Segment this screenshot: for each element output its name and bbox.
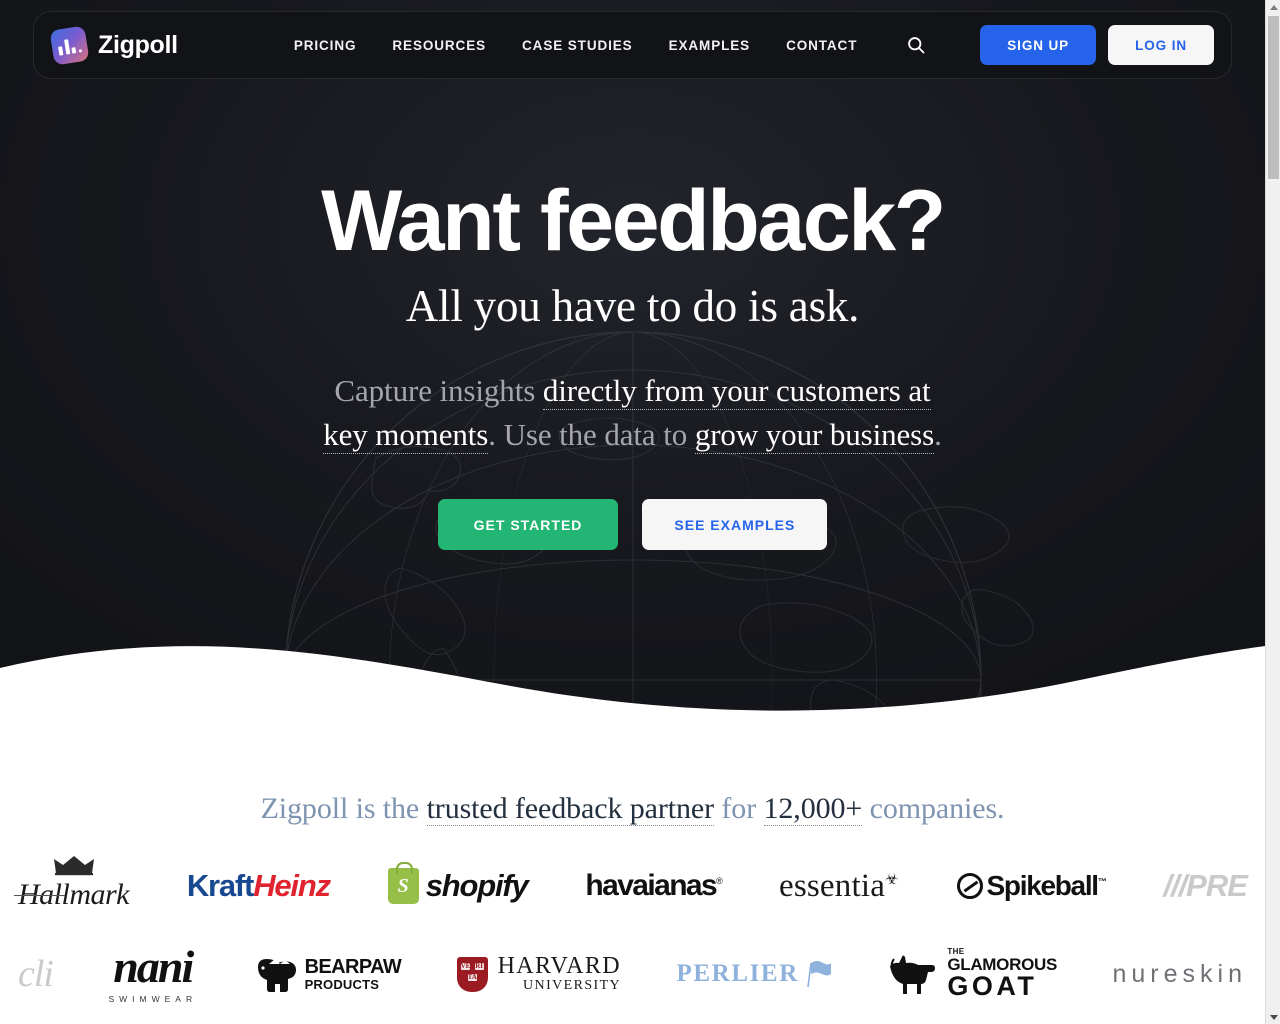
client-logo-havaianas: havaianas®: [585, 846, 723, 926]
client-logo-spikeball-text: Spikeball: [986, 870, 1100, 901]
shopify-bag-icon: S: [387, 862, 419, 904]
trust-headline-part-3: companies.: [862, 792, 1005, 825]
page-viewport: Want feedback? All you have to do is ask…: [0, 0, 1280, 1024]
client-logo-harvard: VE RI TAS HARVARD UNIVERSITY: [456, 934, 622, 1014]
hero-paragraph-part-2: . Use the data to: [488, 417, 695, 453]
hero-paragraph-part-3: .: [934, 417, 942, 453]
header-actions: SIGN UP LOG IN: [980, 25, 1214, 65]
hero-paragraph-highlight-2: grow your business: [694, 417, 935, 455]
client-logo-row-1: Hallmark KraftHeinz S shopify havaianas®…: [0, 840, 1265, 932]
client-logo-nureskin: nureskin: [1112, 934, 1247, 1014]
nav-item-case-studies[interactable]: CASE STUDIES: [504, 38, 651, 53]
client-logo-heinz-text: Heinz: [253, 868, 331, 903]
harvard-shield-icon: VE RI TAS: [456, 956, 488, 992]
client-logo-cli-text: cli: [18, 953, 54, 995]
scrollbar-thumb[interactable]: [1268, 16, 1279, 179]
site-header: Zigpoll PRICING RESOURCES CASE STUDIES E…: [33, 11, 1232, 79]
search-icon: [908, 37, 925, 54]
brand-name: Zigpoll: [98, 30, 178, 59]
hero-section: Want feedback? All you have to do is ask…: [0, 0, 1265, 740]
main-navigation: PRICING RESOURCES CASE STUDIES EXAMPLES …: [276, 38, 876, 53]
trusted-by-section: Zigpoll is the trusted feedback partner …: [0, 740, 1265, 1024]
client-logo-spikeball: Spikeball™: [956, 846, 1107, 926]
page-scrollbar[interactable]: [1265, 0, 1280, 1024]
hero-content: Want feedback? All you have to do is ask…: [0, 0, 1265, 551]
trust-headline-part-2: for: [714, 792, 764, 825]
log-in-button[interactable]: LOG IN: [1108, 25, 1214, 65]
client-logo-essentia: essentia☣: [779, 846, 899, 926]
bar-chart-logo-icon: [49, 24, 90, 66]
client-logo-kraft-text: Kraft: [186, 868, 255, 903]
flag-icon: [807, 961, 831, 988]
leaf-icon: ☣: [885, 871, 899, 888]
sign-up-button[interactable]: SIGN UP: [980, 25, 1097, 65]
get-started-button[interactable]: GET STARTED: [437, 499, 619, 551]
client-logo-row-2: cli nani SWIMWEAR BEARPAW PRODUCTS VE RI…: [0, 928, 1265, 1020]
client-logo-hallmark: Hallmark: [18, 846, 130, 926]
nav-item-contact[interactable]: CONTACT: [768, 38, 875, 53]
trust-headline: Zigpoll is the trusted feedback partner …: [0, 740, 1265, 826]
client-logo-spikeball-tm: ™: [1097, 876, 1107, 887]
client-logo-kraft-heinz: KraftHeinz: [186, 846, 331, 926]
client-logo-perlier-text: PERLIER: [676, 960, 799, 987]
client-logo-shopify: S shopify: [387, 846, 529, 926]
client-logo-hallmark-text: Hallmark: [18, 878, 130, 911]
search-button[interactable]: [899, 28, 933, 62]
trust-headline-highlight-2: 12,000+: [763, 792, 863, 826]
nav-item-pricing[interactable]: PRICING: [276, 38, 375, 53]
nav-item-resources[interactable]: RESOURCES: [374, 38, 504, 53]
client-logo-harvard-text: HARVARD: [497, 953, 622, 980]
client-logo-nani-text: nani: [113, 941, 194, 993]
client-logo-perlier: PERLIER: [677, 934, 833, 1014]
scroll-up-arrow-icon[interactable]: [1266, 0, 1280, 14]
client-logo-bearpaw-subtext: PRODUCTS: [304, 977, 380, 992]
trust-headline-highlight-1: trusted feedback partner: [426, 792, 715, 826]
brand-logo-link[interactable]: Zigpoll: [49, 24, 178, 66]
client-logo-pre: ///PRE: [1163, 846, 1248, 926]
client-logo-bearpaw-text: BEARPAW: [304, 956, 402, 978]
hero-subtitle: All you have to do is ask.: [405, 280, 860, 331]
client-logo-havaianas-reg: ®: [716, 876, 723, 886]
see-examples-button[interactable]: SEE EXAMPLES: [642, 499, 828, 551]
client-logo-bearpaw: BEARPAW PRODUCTS: [253, 934, 402, 1014]
client-logo-nani-subtext: SWIMWEAR: [108, 994, 198, 1005]
client-logo-shopify-text: shopify: [425, 868, 529, 903]
client-logo-pre-text: ///PRE: [1163, 868, 1248, 903]
client-logo-essentia-text: essentia: [778, 867, 886, 904]
client-logo-nani-swimwear: nani SWIMWEAR: [108, 934, 197, 1014]
nav-item-examples[interactable]: EXAMPLES: [651, 38, 768, 53]
client-logo-harvard-subtext: UNIVERSITY: [523, 978, 622, 994]
spikeball-mark-icon: [956, 873, 983, 899]
client-logo-nureskin-text: nureskin: [1112, 959, 1247, 988]
hero-cta-row: GET STARTED SEE EXAMPLES: [0, 499, 1265, 551]
crown-icon: [53, 856, 94, 876]
goat-icon: [890, 955, 936, 994]
hero-wave-divider: [0, 622, 1265, 740]
bear-icon: [257, 959, 296, 992]
hero-paragraph-part-1: Capture insights: [334, 373, 543, 409]
client-logo-havaianas-text: havaianas: [585, 869, 717, 902]
trust-headline-part-1: Zigpoll is the: [260, 792, 427, 825]
scroll-down-arrow-icon[interactable]: [1266, 1010, 1280, 1024]
client-logo-cli: cli: [18, 934, 54, 1014]
page-title: Want feedback?: [321, 173, 946, 269]
client-logo-glamorous-goat: THE GLAMOROUS GOAT: [888, 934, 1057, 1014]
hero-paragraph: Capture insights directly from your cust…: [323, 369, 943, 457]
client-logo-goat-text: GOAT: [947, 971, 1038, 1001]
